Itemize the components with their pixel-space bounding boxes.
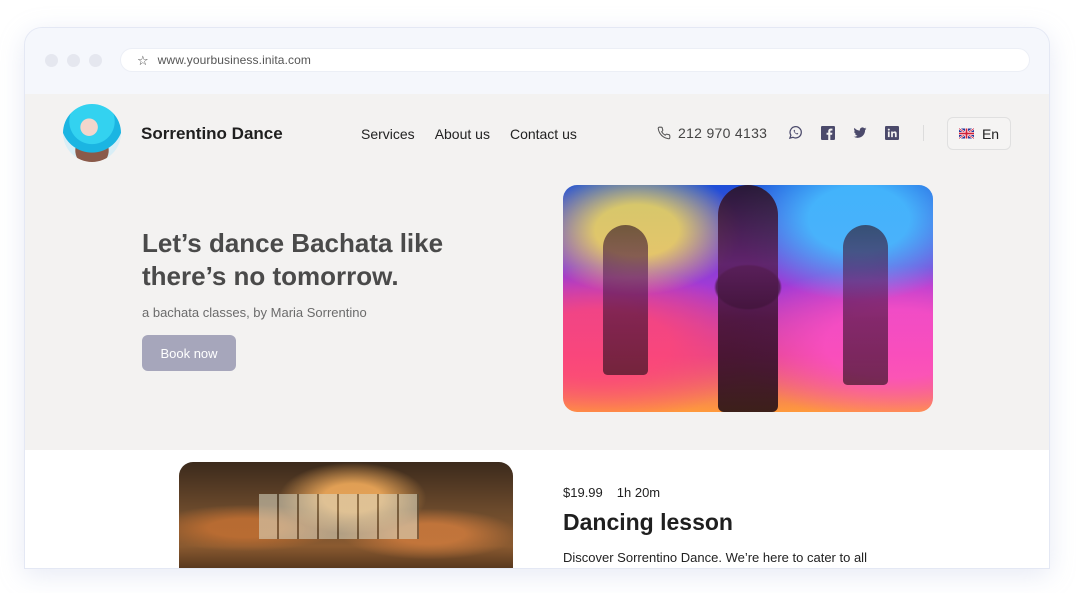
hero-title: Let’s dance Bachata like there’s no tomo… (142, 228, 444, 291)
book-now-button[interactable]: Book now (142, 335, 236, 371)
web-page: Sorrentino Dance Services About us Conta… (25, 94, 1049, 568)
image-studio-window (259, 494, 419, 539)
twitter-icon[interactable] (852, 125, 867, 140)
header-divider (923, 125, 924, 141)
phone-number: 212 970 4133 (678, 125, 768, 141)
url-text[interactable]: www.yourbusiness.inita.com (158, 53, 311, 67)
linkedin-icon[interactable] (884, 125, 899, 140)
lesson-section: $19.99 1h 20m Dancing lesson Discover So… (25, 450, 1049, 568)
image-dancer-center (718, 185, 778, 412)
lesson-duration: 1h 20m (616, 485, 661, 500)
main-nav: Services About us Contact us (361, 126, 577, 142)
address-bar[interactable]: ☆ www.yourbusiness.inita.com (120, 48, 1030, 72)
lesson-title: Dancing lesson (563, 509, 733, 535)
nav-item-services[interactable]: Services (361, 126, 415, 142)
phone-icon (657, 126, 671, 140)
nav-item-contact-us[interactable]: Contact us (510, 126, 577, 142)
hero-dance-image (563, 185, 933, 412)
phone-contact[interactable]: 212 970 4133 (657, 125, 767, 141)
browser-chrome: ☆ www.yourbusiness.inita.com (25, 28, 1049, 94)
lesson-description: Discover Sorrentino Dance. We’re here to… (563, 550, 867, 565)
star-icon[interactable]: ☆ (137, 54, 149, 67)
nav-item-about-us[interactable]: About us (435, 126, 490, 142)
hero-subtitle: a bachata classes, by Maria Sorrentino (142, 305, 367, 320)
lesson-price: $19.99 (563, 485, 603, 500)
image-dancer-right (843, 225, 888, 385)
window-controls (45, 54, 102, 67)
window-dot-minimize[interactable] (67, 54, 80, 67)
facebook-icon[interactable] (820, 125, 835, 140)
lesson-image (179, 462, 513, 568)
browser-window: ☆ www.yourbusiness.inita.com Sorrentino … (24, 27, 1050, 569)
language-selector[interactable]: En (947, 117, 1011, 150)
window-dot-close[interactable] (45, 54, 58, 67)
lesson-meta: $19.99 1h 20m (563, 485, 660, 500)
image-dancer-left (603, 225, 648, 375)
window-dot-maximize[interactable] (89, 54, 102, 67)
language-label: En (981, 125, 1000, 142)
brand-name[interactable]: Sorrentino Dance (141, 124, 283, 144)
avatar[interactable] (63, 104, 121, 162)
uk-flag-icon (958, 127, 974, 140)
hero-section: Sorrentino Dance Services About us Conta… (25, 94, 1049, 450)
whatsapp-icon[interactable] (788, 125, 803, 140)
social-links (788, 125, 899, 140)
